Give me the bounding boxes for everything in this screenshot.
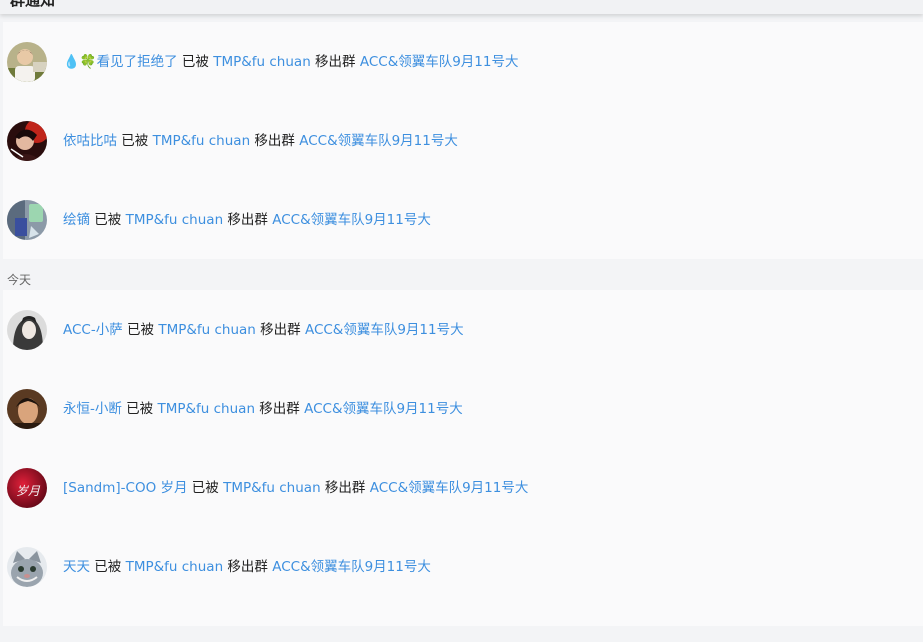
- action-suffix: 移出群: [227, 559, 268, 575]
- avatar-boy-photo-icon[interactable]: [7, 42, 47, 82]
- notification-card: ACC-小萨 已被 TMP&fu chuan 移出群 ACC&领翼车队9月11号…: [3, 290, 923, 626]
- user-link[interactable]: 绘镝: [63, 212, 90, 228]
- avatar-woman-bw-icon[interactable]: [7, 310, 47, 350]
- page-header: 群通知: [0, 0, 923, 14]
- notification-row[interactable]: 永恒-小断 已被 TMP&fu chuan 移出群 ACC&领翼车队9月11号大: [7, 389, 907, 429]
- notification-text: 依咕比咕 已被 TMP&fu chuan 移出群 ACC&领翼车队9月11号大: [63, 132, 458, 150]
- notification-text: 永恒-小断 已被 TMP&fu chuan 移出群 ACC&领翼车队9月11号大: [63, 400, 463, 418]
- operator-link[interactable]: TMP&fu chuan: [158, 322, 256, 338]
- group-link[interactable]: ACC&领翼车队9月11号大: [304, 401, 463, 417]
- user-link[interactable]: 永恒-小断: [63, 401, 122, 417]
- user-link[interactable]: [Sandm]-COO 岁月: [63, 480, 188, 496]
- group-link[interactable]: ACC&领翼车队9月11号大: [272, 212, 431, 228]
- page-title: 群通知: [10, 0, 56, 9]
- avatar-blue-green-icon[interactable]: [7, 200, 47, 240]
- action-prefix: 已被: [127, 322, 155, 338]
- group-link[interactable]: ACC&领翼车队9月11号大: [370, 480, 529, 496]
- date-divider: 今天: [7, 273, 32, 287]
- operator-link[interactable]: TMP&fu chuan: [223, 480, 321, 496]
- operator-link[interactable]: TMP&fu chuan: [126, 559, 224, 575]
- action-prefix: 已被: [94, 212, 122, 228]
- group-link[interactable]: ACC&领翼车队9月11号大: [299, 133, 458, 149]
- action-suffix: 移出群: [315, 54, 356, 70]
- notification-row[interactable]: 岁月 [Sandm]-COO 岁月 已被 TMP&fu chuan 移出群 AC…: [7, 468, 907, 508]
- notification-card: 💧🍀看见了拒绝了 已被 TMP&fu chuan 移出群 ACC&领翼车队9月1…: [3, 22, 923, 259]
- notification-text: 绘镝 已被 TMP&fu chuan 移出群 ACC&领翼车队9月11号大: [63, 211, 431, 229]
- user-link[interactable]: 依咕比咕: [63, 133, 117, 149]
- notification-text: 💧🍀看见了拒绝了 已被 TMP&fu chuan 移出群 ACC&领翼车队9月1…: [63, 53, 519, 71]
- action-suffix: 移出群: [260, 322, 301, 338]
- user-link[interactable]: 天天: [63, 559, 90, 575]
- avatar-red-text-icon[interactable]: 岁月: [7, 468, 47, 508]
- action-prefix: 已被: [126, 401, 154, 417]
- notification-text: 天天 已被 TMP&fu chuan 移出群 ACC&领翼车队9月11号大: [63, 558, 431, 576]
- action-suffix: 移出群: [227, 212, 268, 228]
- avatar-text: 岁月: [16, 484, 41, 498]
- group-link[interactable]: ACC&领翼车队9月11号大: [272, 559, 431, 575]
- avatar-man-photo-icon[interactable]: [7, 389, 47, 429]
- notification-text: ACC-小萨 已被 TMP&fu chuan 移出群 ACC&领翼车队9月11号…: [63, 321, 464, 339]
- action-prefix: 已被: [181, 54, 209, 70]
- avatar-red-portrait-icon[interactable]: [7, 121, 47, 161]
- group-link[interactable]: ACC&领翼车队9月11号大: [360, 54, 519, 70]
- notification-row[interactable]: 天天 已被 TMP&fu chuan 移出群 ACC&领翼车队9月11号大: [7, 547, 907, 587]
- notification-row[interactable]: 💧🍀看见了拒绝了 已被 TMP&fu chuan 移出群 ACC&领翼车队9月1…: [7, 42, 907, 82]
- action-prefix: 已被: [191, 480, 219, 496]
- action-suffix: 移出群: [324, 480, 366, 496]
- avatar-cat-icon[interactable]: [7, 547, 47, 587]
- action-prefix: 已被: [121, 133, 149, 149]
- notification-row[interactable]: ACC-小萨 已被 TMP&fu chuan 移出群 ACC&领翼车队9月11号…: [7, 310, 907, 350]
- operator-link[interactable]: TMP&fu chuan: [153, 133, 251, 149]
- user-link[interactable]: 💧🍀看见了拒绝了: [63, 54, 178, 70]
- action-suffix: 移出群: [254, 133, 295, 149]
- action-suffix: 移出群: [259, 401, 300, 417]
- group-link[interactable]: ACC&领翼车队9月11号大: [305, 322, 464, 338]
- notification-row[interactable]: 绘镝 已被 TMP&fu chuan 移出群 ACC&领翼车队9月11号大: [7, 200, 907, 240]
- operator-link[interactable]: TMP&fu chuan: [126, 212, 224, 228]
- notification-text: [Sandm]-COO 岁月 已被 TMP&fu chuan 移出群 ACC&领…: [63, 479, 528, 497]
- user-link[interactable]: ACC-小萨: [63, 322, 123, 338]
- operator-link[interactable]: TMP&fu chuan: [213, 54, 311, 70]
- action-prefix: 已被: [94, 559, 122, 575]
- operator-link[interactable]: TMP&fu chuan: [157, 401, 255, 417]
- notification-row[interactable]: 依咕比咕 已被 TMP&fu chuan 移出群 ACC&领翼车队9月11号大: [7, 121, 907, 161]
